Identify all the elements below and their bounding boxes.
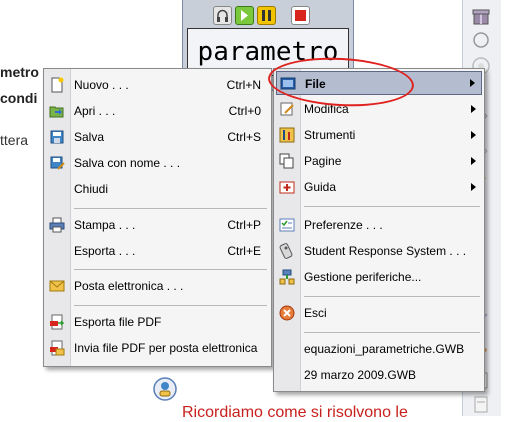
open-folder-icon <box>49 103 65 119</box>
menu-item-label: Pagine <box>304 154 342 168</box>
pause-icon[interactable] <box>257 6 276 25</box>
menu-item-label: Stampa . . . <box>74 218 136 232</box>
menu-separator <box>304 206 480 207</box>
file-submenu: Nuovo . . . Ctrl+N Apri . . . Ctrl+0 Sal… <box>43 68 272 367</box>
new-document-icon <box>49 77 65 93</box>
menu-item-shortcut: Ctrl+N <box>226 78 261 92</box>
menu-item-guida[interactable]: Guida <box>274 175 484 199</box>
menu-separator <box>74 269 267 270</box>
menu-item-label: Nuovo . . . <box>74 78 129 92</box>
menu-item-posta-elettronica[interactable]: Posta elettronica . . . <box>44 274 271 298</box>
menu-item-chiudi[interactable]: Chiudi <box>44 177 271 201</box>
notes-icon[interactable] <box>471 394 491 414</box>
menu-item-label: Salva con nome . . . <box>74 156 181 170</box>
menu-separator <box>74 305 267 306</box>
exit-icon <box>279 305 295 321</box>
chevron-right-icon <box>471 105 476 113</box>
menu-item-shortcut: Ctrl+S <box>227 130 261 144</box>
menu-item-label: Posta elettronica . . . <box>74 279 184 293</box>
chevron-right-icon <box>471 157 476 165</box>
menu-item-label: equazioni_parametriche.GWB <box>304 342 465 356</box>
menu-item-label: Student Response System . . . <box>304 244 467 258</box>
menu-item-preferenze[interactable]: Preferenze . . . <box>274 213 484 237</box>
menu-item-salva[interactable]: Salva Ctrl+S <box>44 125 271 149</box>
bottom-caption: Ricordiamo come si risolvono le <box>182 404 408 421</box>
menu-item-shortcut: Ctrl+E <box>227 244 261 258</box>
chevron-right-icon <box>471 183 476 191</box>
menu-item-stampa[interactable]: Stampa . . . Ctrl+P <box>44 213 271 237</box>
help-icon <box>279 179 295 195</box>
menu-item-pagine[interactable]: Pagine <box>274 149 484 173</box>
tools-icon <box>279 127 295 143</box>
menu-item-esci[interactable]: Esci <box>274 301 484 325</box>
menu-separator <box>304 296 480 297</box>
menu-item-strumenti[interactable]: Strumenti <box>274 123 484 147</box>
menu-separator <box>304 332 480 333</box>
menu-item-label: Apri . . . <box>74 104 116 118</box>
headphones-icon[interactable] <box>213 6 232 25</box>
save-as-icon <box>49 155 65 171</box>
menu-item-label: Esci <box>304 306 327 320</box>
print-icon <box>49 217 65 233</box>
menu-item-label: Preferenze . . . <box>304 218 383 232</box>
menu-item-recent-file[interactable]: equazioni_parametriche.GWB <box>274 337 484 361</box>
menu-item-label: Salva <box>74 130 105 144</box>
menu-item-invia-pdf[interactable]: Invia file PDF per posta elettronica <box>44 336 271 360</box>
play-icon[interactable] <box>235 6 254 25</box>
menu-item-apri[interactable]: Apri . . . Ctrl+0 <box>44 99 271 123</box>
menu-item-esporta-pdf[interactable]: Esporta file PDF <box>44 310 271 334</box>
preferences-icon <box>279 217 295 233</box>
menu-item-label: 29 marzo 2009.GWB <box>304 368 417 382</box>
email-icon <box>49 278 65 294</box>
background-text-line: condi <box>0 90 38 106</box>
edit-icon <box>279 101 295 117</box>
menu-item-label: Strumenti <box>304 128 356 142</box>
chevron-right-icon <box>470 79 475 87</box>
save-icon <box>49 129 65 145</box>
menu-item-shortcut: Ctrl+0 <box>228 104 261 118</box>
send-pdf-icon <box>49 340 65 356</box>
response-system-icon <box>279 243 295 259</box>
menu-item-label: Invia file PDF per posta elettronica <box>74 341 258 355</box>
main-menu: File Modifica Strumenti Pagine Guida Pre… <box>273 68 485 392</box>
menu-item-recent-file[interactable]: 29 marzo 2009.GWB <box>274 363 484 387</box>
circle-icon[interactable] <box>471 30 491 50</box>
stop-icon[interactable] <box>291 6 310 25</box>
menu-item-label: Chiudi <box>74 182 109 196</box>
menu-separator <box>74 208 267 209</box>
menu-item-salva-con-nome[interactable]: Salva con nome . . . <box>44 151 271 175</box>
menu-item-label: Guida <box>304 180 337 194</box>
menu-item-label: Esporta . . . <box>74 244 136 258</box>
menu-item-label: Gestione periferiche... <box>304 270 422 284</box>
background-text-line: ttera <box>0 132 29 148</box>
menu-item-shortcut: Ctrl+P <box>227 218 261 232</box>
menu-item-nuovo[interactable]: Nuovo . . . Ctrl+N <box>44 73 271 97</box>
pen-tray-icon[interactable] <box>152 376 178 402</box>
background-text-line: metro <box>0 64 39 80</box>
devices-icon <box>279 269 295 285</box>
menu-item-label: Esporta file PDF <box>74 315 162 329</box>
menu-item-esporta[interactable]: Esporta . . . Ctrl+E <box>44 239 271 263</box>
chevron-right-icon <box>471 131 476 139</box>
pages-icon <box>279 153 295 169</box>
menu-item-student-response[interactable]: Student Response System . . . <box>274 239 484 263</box>
export-pdf-icon <box>49 314 65 330</box>
menu-item-gestione-periferiche[interactable]: Gestione periferiche... <box>274 265 484 289</box>
gift-icon[interactable] <box>471 6 491 26</box>
